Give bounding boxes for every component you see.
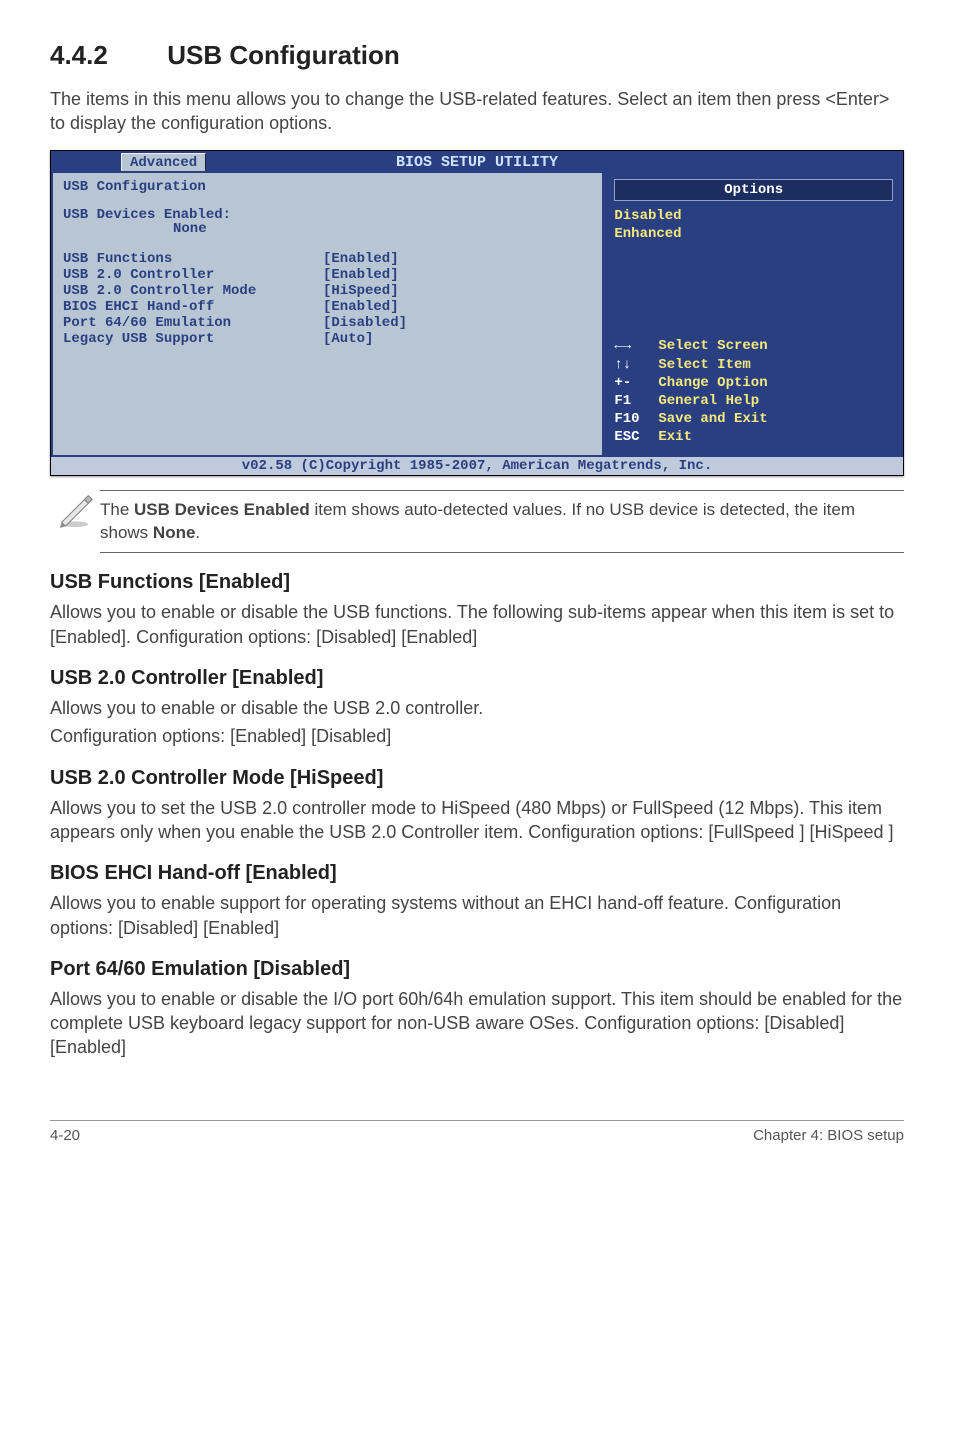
key-arrows-lr-icon: ←→ <box>614 337 658 355</box>
bios-config-heading: USB Configuration <box>63 179 592 195</box>
bios-option[interactable]: Disabled <box>614 207 893 225</box>
bios-row-label[interactable]: BIOS EHCI Hand-off <box>63 299 323 315</box>
bios-row: USB Functions[Enabled] <box>63 251 592 267</box>
note-text: The USB Devices Enabled item shows auto-… <box>100 490 904 554</box>
page-number: 4-20 <box>50 1127 80 1144</box>
bios-row-label[interactable]: USB 2.0 Controller Mode <box>63 283 323 299</box>
bios-row: USB 2.0 Controller[Enabled] <box>63 267 592 283</box>
subsection-title: BIOS EHCI Hand-off [Enabled] <box>50 862 904 885</box>
bios-right-panel: Options Disabled Enhanced ←→Select Scree… <box>604 171 903 455</box>
note-block: The USB Devices Enabled item shows auto-… <box>50 490 904 554</box>
pencil-icon <box>50 490 100 533</box>
subsection-paragraph: Allows you to enable or disable the I/O … <box>50 987 904 1060</box>
bios-row-value[interactable]: [Disabled] <box>323 315 407 331</box>
chapter-label: Chapter 4: BIOS setup <box>753 1127 904 1144</box>
bios-option[interactable]: Enhanced <box>614 225 893 243</box>
key-plus-minus-icon: +- <box>614 374 658 392</box>
subsection-paragraph: Configuration options: [Enabled] [Disabl… <box>50 724 904 748</box>
section-number: 4.4.2 <box>50 40 160 71</box>
bios-row: Legacy USB Support[Auto] <box>63 331 592 347</box>
bios-title-bar: BIOS SETUP UTILITY Advanced <box>51 151 903 171</box>
subsection-paragraph: Allows you to enable support for operati… <box>50 891 904 940</box>
note-fragment: . <box>195 523 200 542</box>
key-f1-icon: F1 <box>614 392 658 410</box>
page-footer: 4-20 Chapter 4: BIOS setup <box>50 1120 904 1144</box>
subsection-title: USB 2.0 Controller [Enabled] <box>50 667 904 690</box>
bios-row-value[interactable]: [HiSpeed] <box>323 283 399 299</box>
key-label: Save and Exit <box>658 410 767 428</box>
subsection-paragraph: Allows you to enable or disable the USB … <box>50 600 904 649</box>
key-label: Select Screen <box>658 337 767 355</box>
note-bold: USB Devices Enabled <box>134 500 310 519</box>
bios-row-label[interactable]: USB 2.0 Controller <box>63 267 323 283</box>
subsection-title: USB Functions [Enabled] <box>50 571 904 594</box>
bios-row-value[interactable]: [Enabled] <box>323 251 399 267</box>
section-heading: 4.4.2 USB Configuration <box>50 40 904 71</box>
bios-row-label[interactable]: USB Functions <box>63 251 323 267</box>
bios-title: BIOS SETUP UTILITY <box>396 154 558 171</box>
bios-tab-advanced[interactable]: Advanced <box>121 153 206 172</box>
bios-options-list: Disabled Enhanced <box>614 207 893 243</box>
intro-paragraph: The items in this menu allows you to cha… <box>50 87 904 136</box>
bios-row-value[interactable]: [Enabled] <box>323 267 399 283</box>
key-label: General Help <box>658 392 759 410</box>
key-label: Select Item <box>658 356 750 374</box>
subsection-title: USB 2.0 Controller Mode [HiSpeed] <box>50 767 904 790</box>
subsection-title: Port 64/60 Emulation [Disabled] <box>50 958 904 981</box>
bios-row: Port 64/60 Emulation[Disabled] <box>63 315 592 331</box>
subsection-paragraph: Allows you to enable or disable the USB … <box>50 696 904 720</box>
note-fragment: The <box>100 500 134 519</box>
bios-left-panel: USB Configuration USB Devices Enabled: N… <box>51 171 604 455</box>
key-f10-icon: F10 <box>614 410 658 428</box>
bios-footer: v02.58 (C)Copyright 1985-2007, American … <box>51 455 903 475</box>
bios-devices-value: None <box>173 221 592 237</box>
section-title-text: USB Configuration <box>167 40 400 70</box>
bios-row: BIOS EHCI Hand-off[Enabled] <box>63 299 592 315</box>
bios-options-title: Options <box>614 179 893 201</box>
bios-row-label[interactable]: Port 64/60 Emulation <box>63 315 323 331</box>
bios-row: USB 2.0 Controller Mode[HiSpeed] <box>63 283 592 299</box>
subsection-paragraph: Allows you to set the USB 2.0 controller… <box>50 796 904 845</box>
bios-row-value[interactable]: [Enabled] <box>323 299 399 315</box>
bios-key-help: ←→Select Screen ↑↓Select Item +-Change O… <box>614 337 893 446</box>
key-arrows-ud-icon: ↑↓ <box>614 356 658 374</box>
note-bold: None <box>153 523 196 542</box>
key-esc-icon: ESC <box>614 428 658 446</box>
bios-row-value[interactable]: [Auto] <box>323 331 373 347</box>
bios-window: BIOS SETUP UTILITY Advanced USB Configur… <box>50 150 904 476</box>
key-label: Change Option <box>658 374 767 392</box>
key-label: Exit <box>658 428 692 446</box>
bios-row-label[interactable]: Legacy USB Support <box>63 331 323 347</box>
